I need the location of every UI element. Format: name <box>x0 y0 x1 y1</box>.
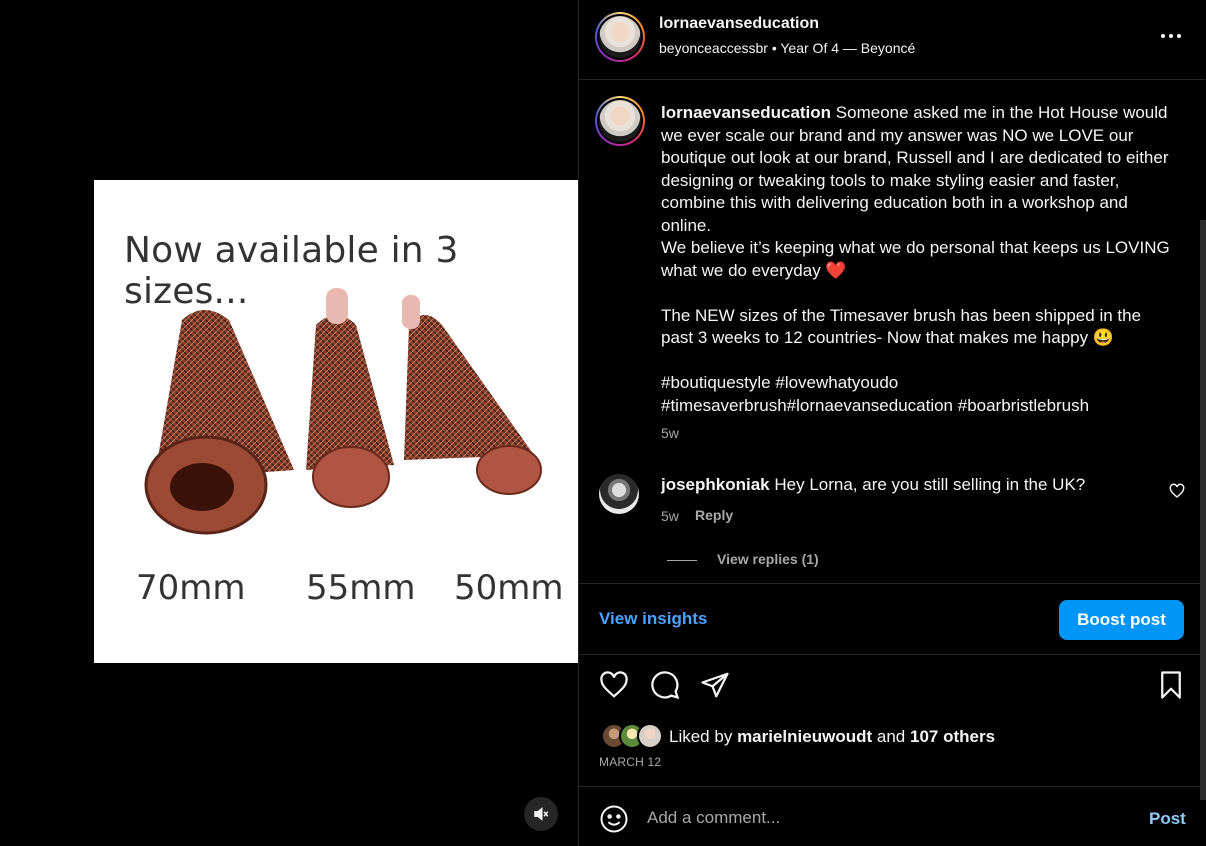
insights-bar: View insights Boost post <box>579 583 1205 655</box>
comment-button[interactable] <box>650 670 680 705</box>
post-header: lornaevanseducation beyonceaccessbr • Ye… <box>579 0 1205 80</box>
size-label-70mm: 70mm <box>136 568 246 608</box>
replies-divider <box>667 560 697 561</box>
like-button[interactable] <box>599 670 629 705</box>
caption-timestamp[interactable]: 5w <box>661 425 679 441</box>
caption-hashtags-1[interactable]: #boutiquestyle #lovewhatyoudo <box>661 372 1171 395</box>
more-horizontal-icon <box>1161 34 1165 38</box>
scrollbar[interactable] <box>1200 220 1206 800</box>
action-bar <box>579 668 1205 708</box>
reply-button[interactable]: Reply <box>695 507 733 523</box>
commenter-avatar[interactable] <box>599 474 639 514</box>
caption-text-2: We believe it’s keeping what we do perso… <box>661 238 1170 280</box>
more-options-button[interactable] <box>1157 24 1185 48</box>
comment-text: Hey Lorna, are you still selling in the … <box>774 475 1086 494</box>
view-insights-link[interactable]: View insights <box>599 609 707 629</box>
comment-bubble-icon <box>651 671 680 700</box>
heart-icon <box>1169 483 1185 498</box>
post-date[interactable]: MARCH 12 <box>599 755 661 769</box>
post-media: Now available in 3 sizes... 70mm 55mm 50… <box>0 0 578 846</box>
like-comment-button[interactable] <box>1169 483 1185 504</box>
post-caption: lornaevanseducation Someone asked me in … <box>661 102 1171 417</box>
size-label-50mm: 50mm <box>454 568 564 608</box>
boost-post-button[interactable]: Boost post <box>1059 600 1184 640</box>
likes-prefix: Liked by <box>669 727 733 746</box>
view-replies-button[interactable]: View replies (1) <box>717 551 819 567</box>
brushes-illustration <box>144 288 542 535</box>
likes-and: and <box>876 727 906 746</box>
caption-text: Someone asked me in the Hot House would … <box>661 103 1169 235</box>
post-image[interactable]: Now available in 3 sizes... 70mm 55mm 50… <box>94 180 578 663</box>
audio-attribution[interactable]: beyonceaccessbr • Year Of 4 — Beyoncé <box>659 40 915 56</box>
size-label-55mm: 55mm <box>306 568 416 608</box>
share-button[interactable] <box>700 670 730 705</box>
comment-timestamp[interactable]: 5w <box>661 508 679 524</box>
caption-hashtags-2[interactable]: #timesaverbrush#lornaevanseducation #boa… <box>661 395 1171 418</box>
commenter-username[interactable]: josephkoniak <box>661 475 770 494</box>
likes-others-link[interactable]: 107 others <box>910 727 995 746</box>
author-username[interactable]: lornaevanseducation <box>659 15 819 33</box>
brush-70mm <box>144 310 294 535</box>
comment: josephkoniak Hey Lorna, are you still se… <box>661 475 1085 495</box>
caption-text-3: The NEW sizes of the Timesaver brush has… <box>661 305 1142 348</box>
speaker-muted-icon <box>534 807 549 821</box>
post-details-panel: lornaevanseducation beyonceaccessbr • Ye… <box>578 0 1206 846</box>
liker-avatar <box>637 723 663 749</box>
smiley-icon <box>600 805 628 833</box>
emoji-button[interactable] <box>599 804 629 839</box>
likes-summary: Liked by marielnieuwoudt and 107 others <box>669 727 995 747</box>
author-avatar[interactable] <box>595 12 645 62</box>
caption-avatar[interactable] <box>595 96 645 146</box>
save-button[interactable] <box>1156 670 1186 705</box>
brush-50mm <box>402 295 542 495</box>
comment-composer: Post <box>579 786 1205 846</box>
liker-avatars[interactable] <box>601 723 663 749</box>
bookmark-icon <box>1161 671 1181 699</box>
brush-55mm <box>306 288 394 508</box>
comment-input[interactable] <box>647 805 1117 831</box>
mute-button[interactable] <box>524 797 558 831</box>
liker-username[interactable]: marielnieuwoudt <box>737 727 872 746</box>
post-comment-button[interactable]: Post <box>1149 809 1186 829</box>
paper-plane-icon <box>701 672 729 698</box>
caption-username[interactable]: lornaevanseducation <box>661 103 831 122</box>
heart-icon <box>600 671 628 698</box>
